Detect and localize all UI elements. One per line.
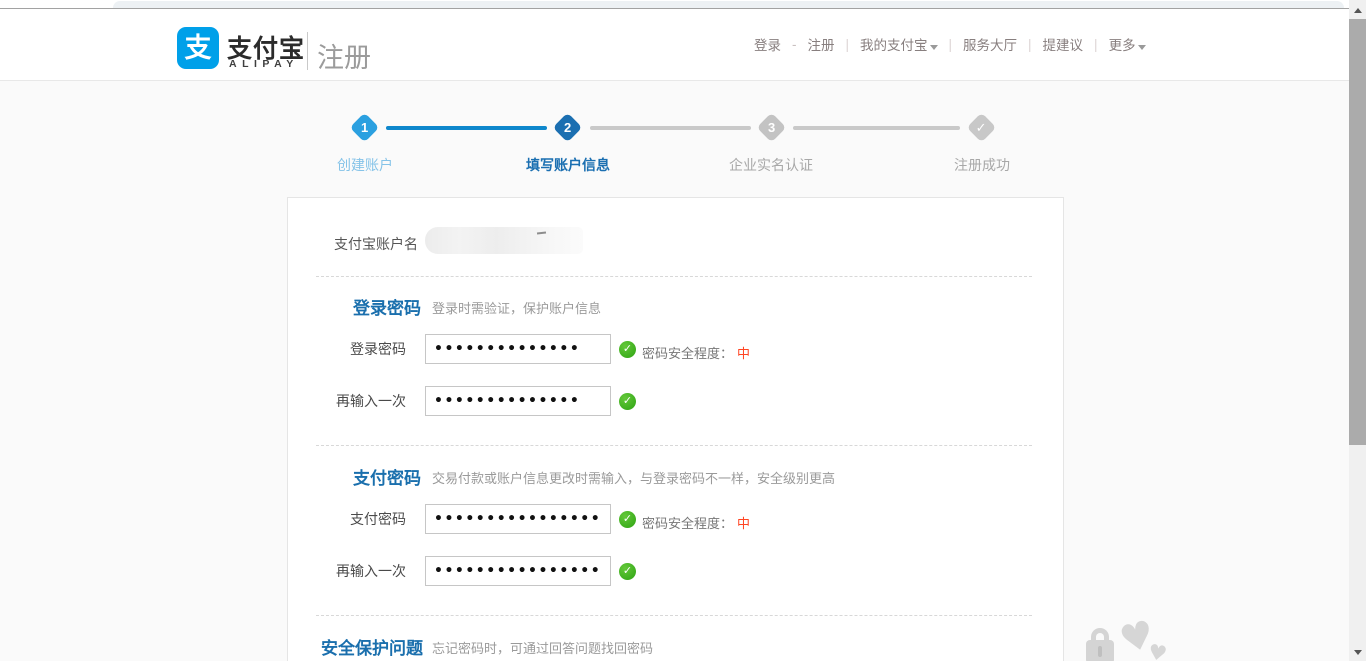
security-question-section-title: 安全保护问题 — [288, 634, 423, 659]
login-password-label: 登录密码 — [288, 334, 406, 364]
browser-chrome-strip — [0, 0, 1366, 8]
step-4-label: 注册成功 — [954, 155, 1010, 175]
scrollbar-up-button[interactable] — [1349, 2, 1366, 19]
step-3-label: 企业实名认证 — [729, 155, 813, 175]
pay-password-strength: 密码安全程度： 中 — [642, 513, 750, 532]
nav-register-link[interactable]: 注册 — [808, 34, 835, 54]
step-2-marker: 2 — [553, 113, 583, 143]
account-info-form-panel: 支付宝账户名 登录密码 登录时需验证，保护账户信息 登录密码 ✓ 密码安全程度：… — [287, 197, 1064, 661]
page-header: 支 支付宝 ALIPAY 注册 登录 - 注册 | 我的支付宝 | 服务大厅 |… — [0, 9, 1366, 81]
step-connector — [793, 126, 960, 130]
login-password-strength: 密码安全程度： 中 — [642, 343, 750, 362]
alipay-logo-sub: ALIPAY — [229, 58, 299, 70]
scrollbar-down-button[interactable] — [1349, 644, 1366, 661]
step-2-number: 2 — [564, 120, 571, 135]
step-1-number: 1 — [361, 120, 368, 135]
step-4-check-icon: ✓ — [976, 120, 987, 136]
check-circle-icon: ✓ — [619, 393, 636, 410]
page-title: 注册 — [317, 36, 371, 75]
step-3-marker: 3 — [757, 113, 787, 143]
check-circle-icon: ✓ — [619, 511, 636, 528]
lock-icon — [1086, 628, 1116, 661]
check-circle-icon: ✓ — [619, 563, 636, 580]
heart-icon: ♥ — [1146, 642, 1168, 661]
step-connector — [590, 126, 751, 130]
section-divider — [316, 276, 1032, 277]
alipay-logo-glyph: 支 — [185, 35, 212, 62]
browser-chrome-divider — [0, 8, 1366, 9]
nav-dash: - — [792, 37, 797, 52]
nav-more-label: 更多 — [1109, 38, 1136, 53]
vertical-scrollbar[interactable] — [1349, 0, 1366, 661]
strength-label: 密码安全程度： — [642, 346, 733, 361]
nav-separator: | — [846, 37, 850, 52]
nav-more-link[interactable]: 更多 — [1109, 34, 1146, 54]
security-question-section-desc: 忘记密码时，可通过回答问题找回密码 — [432, 638, 653, 657]
nav-separator: | — [1094, 37, 1098, 52]
pay-password-confirm-label: 再输入一次 — [288, 556, 406, 586]
logo-divider — [307, 32, 308, 70]
check-circle-icon: ✓ — [619, 341, 636, 358]
pay-password-section-title: 支付密码 — [288, 464, 421, 489]
arrow-up-icon — [1354, 8, 1362, 13]
nav-separator: | — [949, 37, 953, 52]
strength-value: 中 — [737, 516, 750, 531]
pay-password-section-desc: 交易付款或账户信息更改时需输入，与登录密码不一样，安全级别更高 — [432, 468, 835, 487]
account-name-redacted-value — [425, 227, 583, 254]
step-1-label: 创建账户 — [337, 155, 393, 175]
caret-down-icon — [1138, 45, 1146, 50]
nav-service-hall-link[interactable]: 服务大厅 — [963, 34, 1017, 54]
alipay-register-page: 支 支付宝 ALIPAY 注册 登录 - 注册 | 我的支付宝 | 服务大厅 |… — [0, 0, 1366, 661]
strength-value: 中 — [737, 346, 750, 361]
step-3-number: 3 — [768, 120, 775, 135]
caret-down-icon — [930, 45, 938, 50]
login-password-confirm-input[interactable] — [425, 386, 611, 416]
lock-keyhole — [1098, 646, 1102, 657]
alipay-logo-icon[interactable]: 支 — [177, 27, 219, 69]
header-nav: 登录 - 注册 | 我的支付宝 | 服务大厅 | 提建议 | 更多 — [754, 36, 1146, 52]
step-connector-done — [386, 126, 547, 130]
nav-my-alipay-label: 我的支付宝 — [860, 38, 928, 53]
step-2-label: 填写账户信息 — [526, 155, 610, 175]
nav-login-link[interactable]: 登录 — [754, 34, 781, 54]
strength-label: 密码安全程度： — [642, 516, 733, 531]
nav-my-alipay-link[interactable]: 我的支付宝 — [860, 34, 938, 54]
nav-separator: | — [1028, 37, 1032, 52]
login-password-confirm-label: 再输入一次 — [288, 386, 406, 416]
section-divider — [316, 615, 1032, 616]
step-1-marker: 1 — [350, 113, 380, 143]
pay-password-label: 支付密码 — [288, 504, 406, 534]
login-password-section-title: 登录密码 — [288, 294, 421, 319]
browser-tab-remnant — [113, 1, 1344, 8]
pay-password-input[interactable] — [425, 504, 611, 534]
login-password-input[interactable] — [425, 334, 611, 364]
scrollbar-thumb[interactable] — [1349, 19, 1366, 445]
arrow-down-icon — [1354, 650, 1362, 655]
login-password-section-desc: 登录时需验证，保护账户信息 — [432, 298, 601, 317]
nav-suggest-link[interactable]: 提建议 — [1043, 34, 1084, 54]
section-divider — [316, 445, 1032, 446]
pay-password-confirm-input[interactable] — [425, 556, 611, 586]
account-name-label: 支付宝账户名 — [288, 234, 418, 254]
step-4-marker: ✓ — [967, 113, 997, 143]
